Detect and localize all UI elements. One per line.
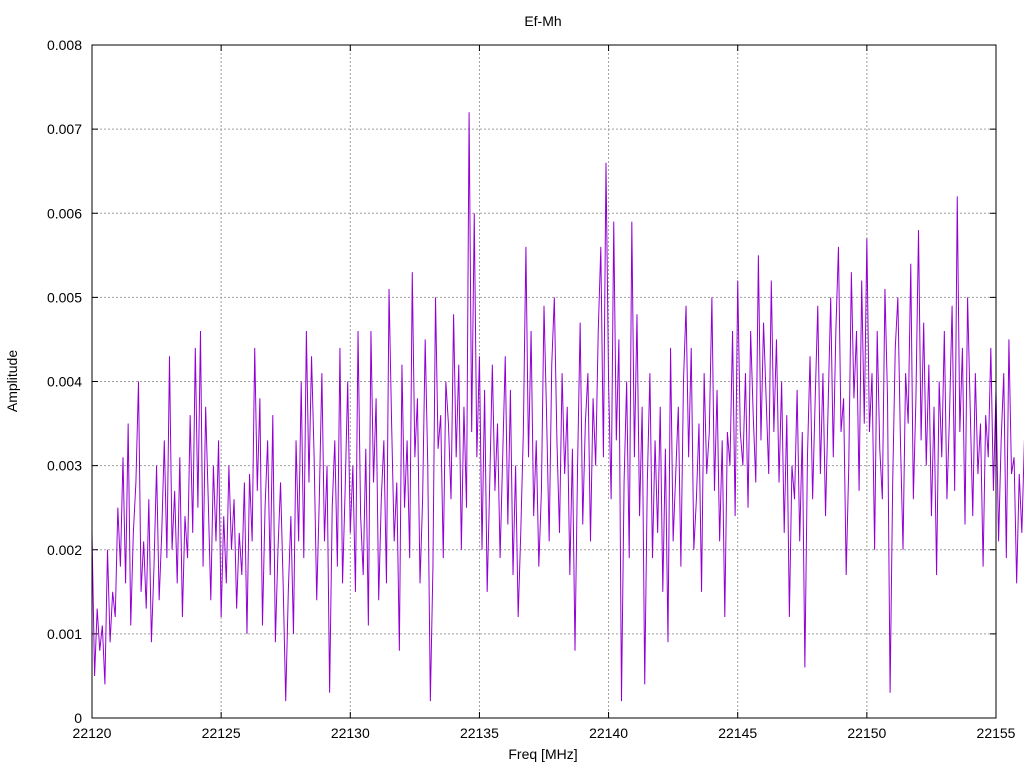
y-tick-label: 0.006 (47, 205, 82, 221)
x-tick-label: 22120 (73, 725, 112, 741)
x-tick-label: 22125 (202, 725, 241, 741)
y-tick-label: 0.005 (47, 289, 82, 305)
y-tick-label: 0.001 (47, 626, 82, 642)
x-tick-label: 22135 (460, 725, 499, 741)
chart-background (0, 0, 1024, 768)
y-tick-label: 0.004 (47, 374, 82, 390)
y-tick-label: 0.002 (47, 542, 82, 558)
chart: Ef-Mh 22120 22125 22130 22135 22140 22145 2215… (0, 0, 1024, 768)
y-axis-label: Amplitude (4, 350, 20, 412)
x-tick-label: 22140 (589, 725, 628, 741)
x-tick-label: 22150 (847, 725, 886, 741)
x-tick-label: 22145 (718, 725, 757, 741)
chart-title: Ef-Mh (524, 13, 561, 29)
x-tick-label: 22155 (977, 725, 1016, 741)
x-tick-label: 22130 (331, 725, 370, 741)
y-tick-label: 0.008 (47, 37, 82, 53)
y-tick-label: 0.007 (47, 121, 82, 137)
y-tick-label: 0.003 (47, 458, 82, 474)
x-axis-label: Freq [MHz] (508, 746, 577, 762)
y-tick-label: 0 (74, 710, 82, 726)
